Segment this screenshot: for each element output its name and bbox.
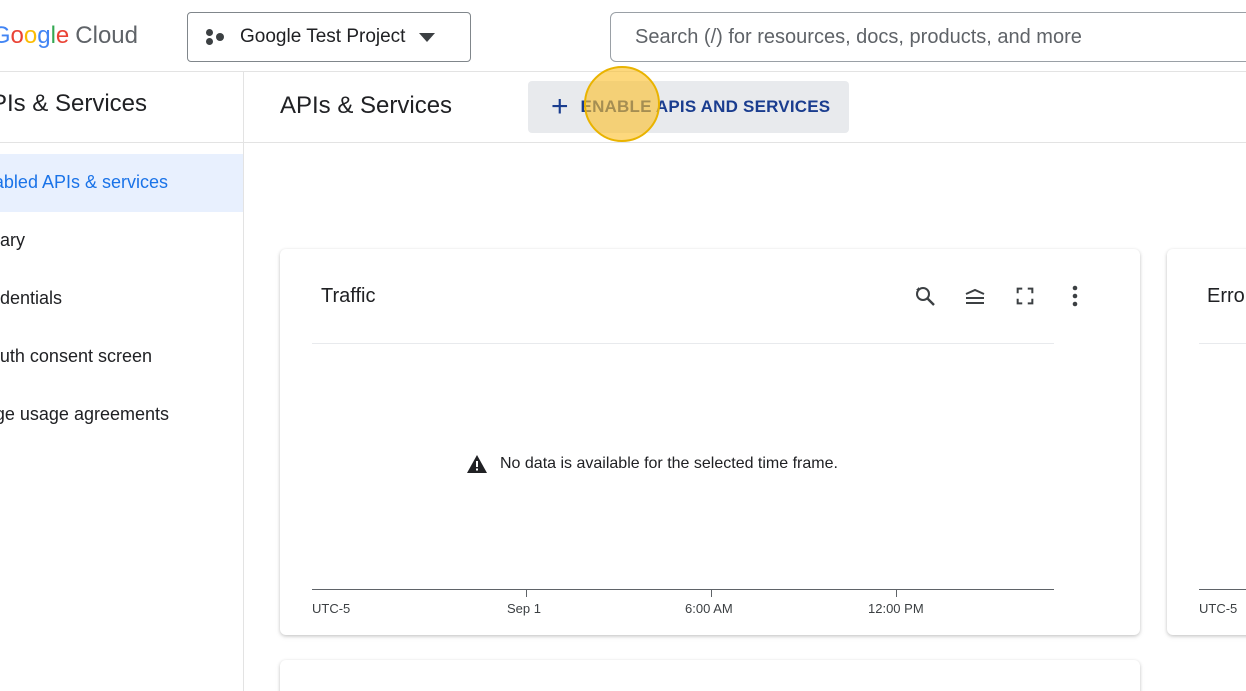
- search-placeholder: Search (/) for resources, docs, products…: [635, 25, 1082, 48]
- sidebar: APIs & Services Enabled APIs & services …: [0, 72, 244, 691]
- sidebar-item-library[interactable]: Library: [0, 212, 243, 270]
- sidebar-item-label: Library: [0, 230, 25, 250]
- card-title: Traffic: [321, 285, 376, 307]
- divider: [244, 142, 1246, 143]
- sidebar-item-label: Enabled APIs & services: [0, 172, 168, 192]
- top-bar: Google Cloud Google Test Project Search (…: [0, 0, 1246, 72]
- sidebar-nav: Enabled APIs & services Library Credenti…: [0, 154, 243, 444]
- sidebar-item-label: Page usage agreements: [0, 404, 169, 424]
- no-data-text: No data is available for the selected ti…: [500, 455, 838, 472]
- reset-zoom-icon[interactable]: [900, 279, 950, 313]
- google-cloud-logo[interactable]: Google Cloud: [0, 22, 175, 52]
- axis-tick: [526, 589, 527, 597]
- divider: [1199, 343, 1246, 344]
- tick-label: 12:00 PM: [868, 601, 924, 616]
- search-input[interactable]: Search (/) for resources, docs, products…: [610, 12, 1246, 62]
- traffic-card: Traffic No data is available for the sel…: [280, 249, 1140, 635]
- timezone-label: UTC-5: [1199, 601, 1238, 616]
- logo-cloud-text: Cloud: [75, 22, 138, 49]
- no-data-message: No data is available for the selected ti…: [466, 454, 838, 474]
- legend-icon[interactable]: [950, 279, 1000, 313]
- enable-apis-label: ENABLE APIS AND SERVICES: [580, 97, 831, 116]
- errors-card: Errors UTC-5: [1167, 249, 1246, 635]
- timezone-label: UTC-5: [312, 601, 351, 616]
- plus-icon: +: [551, 90, 569, 123]
- page-title: APIs & Services: [280, 92, 453, 119]
- tick-label: Sep 1: [507, 601, 541, 616]
- divider: [312, 343, 1054, 344]
- sidebar-item-enabled-apis[interactable]: Enabled APIs & services: [0, 154, 243, 212]
- sidebar-item-oauth-consent[interactable]: OAuth consent screen: [0, 328, 243, 386]
- axis-tick: [711, 589, 712, 597]
- fullscreen-icon[interactable]: [1000, 279, 1050, 313]
- x-axis: [1199, 589, 1246, 590]
- chart-toolbar: [900, 279, 1100, 313]
- project-hierarchy-icon: [206, 28, 228, 46]
- dropdown-arrow-icon: [419, 32, 436, 42]
- sidebar-item-label: Credentials: [0, 288, 62, 308]
- card-title: Errors: [1207, 285, 1246, 307]
- more-vert-icon[interactable]: [1050, 279, 1100, 313]
- sidebar-item-credentials[interactable]: Credentials: [0, 270, 243, 328]
- warning-icon: [467, 455, 487, 473]
- enable-apis-button[interactable]: + ENABLE APIS AND SERVICES: [528, 81, 849, 133]
- tick-label: 6:00 AM: [685, 601, 733, 616]
- sidebar-item-page-usage-agreements[interactable]: Page usage agreements: [0, 386, 243, 444]
- latency-card: [280, 660, 1140, 691]
- x-axis: [312, 589, 1054, 590]
- project-selector-button[interactable]: Google Test Project: [187, 12, 471, 62]
- sidebar-item-label: OAuth consent screen: [0, 346, 152, 366]
- divider: [0, 142, 243, 143]
- sidebar-title: APIs & Services: [0, 90, 147, 117]
- axis-tick: [896, 589, 897, 597]
- project-name: Google Test Project: [240, 26, 406, 47]
